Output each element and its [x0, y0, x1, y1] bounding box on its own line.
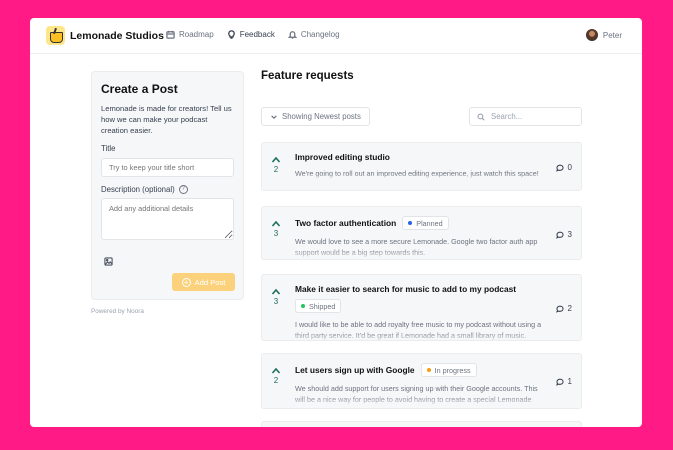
post-card[interactable]: 2 Let users sign up with Google In progr… [261, 353, 582, 409]
upvote-chevron-icon [271, 156, 281, 163]
upvote-button[interactable]: 2 [262, 354, 290, 385]
upvote-chevron-icon [271, 288, 281, 295]
post-description: We would love to see a more secure Lemon… [295, 237, 538, 257]
status-badge: In progress [420, 363, 477, 377]
calendar-icon [166, 30, 175, 39]
create-post-description: Lemonade is made for creators! Tell us h… [101, 104, 232, 135]
upvote-button[interactable]: 3 [262, 207, 290, 238]
post-title: Make it easier to search for music to ad… [295, 284, 547, 313]
upvote-button[interactable]: 3 [262, 275, 290, 306]
top-navigation-bar: Lemonade Studios Roadmap Feedback Change… [30, 18, 642, 54]
post-description: We're going to roll out an improved edit… [295, 169, 539, 178]
nav-item-feedback[interactable]: Feedback [227, 30, 275, 39]
comment-count[interactable]: 2 [555, 304, 572, 313]
vote-count: 3 [273, 229, 279, 238]
post-card[interactable]: 3 Two factor authentication Planned We w… [261, 206, 582, 260]
comment-icon [555, 378, 564, 386]
create-post-card: Create a Post Lemonade is made for creat… [91, 71, 244, 300]
chevron-down-icon [271, 114, 277, 119]
title-input[interactable] [101, 158, 234, 177]
user-name: Peter [602, 30, 622, 40]
post-body: Make it easier to search for music to ad… [295, 284, 547, 340]
bell-icon [287, 31, 297, 39]
plus-icon: + [181, 277, 191, 287]
search-placeholder: Search... [491, 112, 523, 121]
vote-count: 3 [273, 297, 279, 306]
post-description: We should add support for users signing … [295, 384, 538, 404]
comment-icon [555, 305, 564, 313]
comment-icon [555, 164, 564, 172]
status-dot [301, 304, 305, 308]
brand[interactable]: Lemonade Studios [46, 26, 164, 45]
status-dot [408, 221, 413, 225]
sort-dropdown[interactable]: Showing Newest posts [261, 107, 370, 126]
search-box[interactable]: Search... [469, 107, 582, 126]
image-upload-icon[interactable] [104, 257, 113, 266]
nav-item-roadmap[interactable]: Roadmap [166, 30, 214, 39]
status-dot [426, 368, 431, 372]
title-label: Title [101, 144, 116, 153]
brand-name: Lemonade Studios [70, 29, 164, 42]
user-menu[interactable]: Peter [585, 29, 622, 41]
create-post-title: Create a Post [101, 82, 178, 96]
nav-label: Roadmap [179, 30, 214, 39]
post-body: Two factor authentication Planned We wou… [295, 216, 547, 258]
description-label: Description (optional) ? [101, 185, 234, 194]
main-nav: Roadmap Feedback Changelog [166, 30, 340, 39]
post-body: Let users sign up with Google In progres… [295, 363, 547, 405]
add-post-label: Add Post [194, 277, 226, 287]
app-window: Lemonade Studios Roadmap Feedback Change… [30, 18, 642, 427]
post-title: Improved editing studio [295, 152, 390, 162]
upvote-chevron-icon [271, 367, 281, 374]
search-icon [477, 112, 485, 121]
post-title: Two factor authentication Planned [295, 216, 547, 230]
lemonade-logo-icon [46, 26, 65, 45]
status-badge: Planned [402, 216, 449, 230]
comment-count[interactable]: 3 [555, 230, 572, 239]
avatar [585, 29, 598, 41]
powered-by[interactable]: Powered by Noora [91, 308, 144, 315]
vote-count: 2 [273, 376, 279, 385]
post-card[interactable] [261, 421, 582, 427]
post-description: I would like to be able to add royalty f… [295, 320, 542, 340]
nav-label: Feedback [239, 30, 275, 39]
description-input[interactable] [101, 198, 234, 240]
comment-count[interactable]: 0 [555, 163, 572, 172]
comment-icon [555, 231, 564, 239]
page-title: Feature requests [261, 70, 354, 82]
add-post-button[interactable]: + Add Post [172, 273, 235, 291]
post-title: Let users sign up with Google In progres… [295, 363, 547, 377]
status-badge: Shipped [295, 299, 342, 313]
comment-count[interactable]: 1 [555, 377, 572, 386]
upvote-chevron-icon [271, 220, 281, 227]
lightbulb-icon [227, 30, 235, 39]
post-body: Improved editing studio We're going to r… [295, 152, 547, 179]
nav-item-changelog[interactable]: Changelog [287, 30, 340, 39]
vote-count: 2 [273, 165, 279, 174]
upvote-button[interactable]: 2 [262, 143, 290, 174]
help-icon[interactable]: ? [178, 185, 188, 194]
nav-label: Changelog [300, 30, 340, 39]
sort-label: Showing Newest posts [282, 112, 361, 121]
post-card[interactable]: 2 Improved editing studio We're going to… [261, 142, 582, 191]
post-card[interactable]: 3 Make it easier to search for music to … [261, 274, 582, 341]
